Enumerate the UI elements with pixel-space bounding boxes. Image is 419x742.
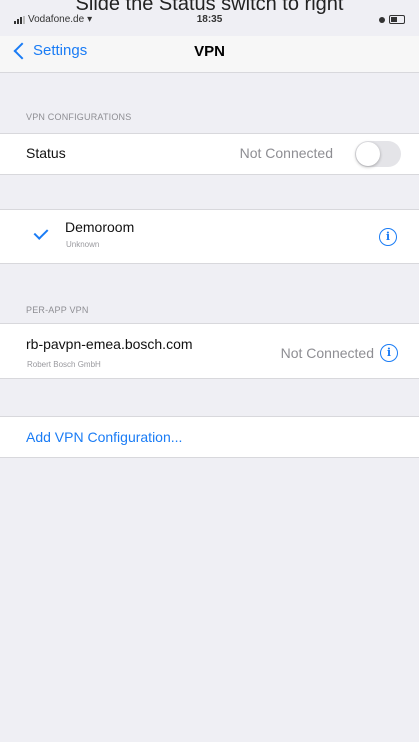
config-name: Demoroom <box>65 219 135 235</box>
location-icon <box>379 16 385 23</box>
per-app-vpn-status: Not Connected <box>280 345 374 361</box>
add-vpn-configuration-row[interactable]: Add VPN Configuration... <box>0 417 419 457</box>
add-vpn-configuration-link[interactable]: Add VPN Configuration... <box>26 429 182 445</box>
divider <box>0 174 419 175</box>
info-icon[interactable]: i <box>379 228 397 246</box>
vpn-settings-screen: Slide the Status switch to right Vodafon… <box>0 0 419 742</box>
per-app-vpn-subtitle: Robert Bosch GmbH <box>27 360 101 369</box>
vpn-config-row-demoroom[interactable]: Demoroom Unknown i <box>0 210 419 263</box>
page-title: VPN <box>194 43 225 60</box>
config-subtitle: Unknown <box>66 240 100 249</box>
status-bar: Vodafone.de ▾ 18:35 <box>0 12 419 30</box>
battery-icon <box>389 15 405 24</box>
divider <box>0 457 419 458</box>
status-time: 18:35 <box>196 14 223 25</box>
status-row: Status Not Connected <box>0 134 419 174</box>
divider <box>0 378 419 379</box>
status-right <box>379 15 405 24</box>
navigation-bar: Settings VPN <box>0 36 419 73</box>
toggle-knob[interactable] <box>356 142 380 166</box>
section-header-per-app-vpn: PER-APP VPN <box>26 305 89 315</box>
status-label: Status <box>26 145 66 161</box>
divider <box>0 263 419 264</box>
per-app-vpn-row[interactable]: rb-pavpn-emea.bosch.com Robert Bosch Gmb… <box>0 324 419 378</box>
info-icon[interactable]: i <box>380 344 398 362</box>
per-app-vpn-name: rb-pavpn-emea.bosch.com <box>26 336 193 352</box>
checkmark-icon <box>33 225 49 240</box>
section-header-vpn-configurations: VPN CONFIGURATIONS <box>26 112 132 122</box>
status-toggle[interactable] <box>355 141 401 167</box>
status-value: Not Connected <box>239 145 333 161</box>
